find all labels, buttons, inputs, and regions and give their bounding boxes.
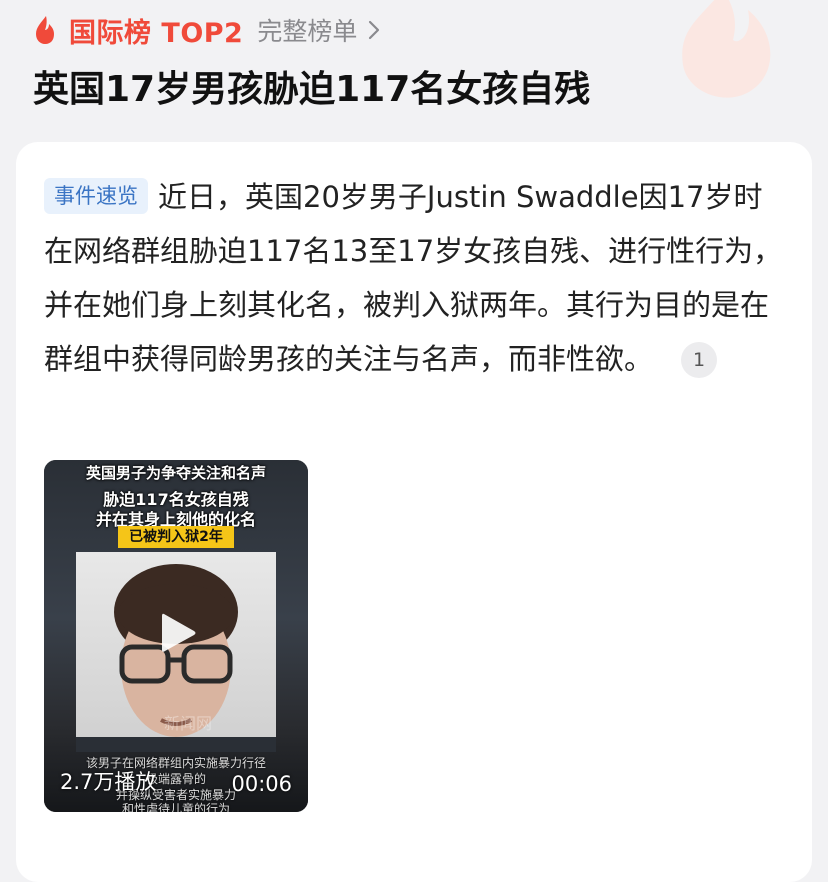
rank-label: 国际榜 TOP2	[69, 17, 244, 49]
full-list-link[interactable]: 完整榜单	[257, 12, 381, 48]
video-thumbnail[interactable]: 英国男子为争夺关注和名声 胁迫117名女孩自残 并在其身上刻他的化名 已被判入狱…	[44, 460, 308, 812]
video-caption-line4: 和性虐待儿童的行为	[121, 802, 230, 812]
video-watermark: 新闻网	[164, 714, 213, 733]
summary-text: 近日，英国20岁男子Justin Swaddle因17岁时在网络群组胁迫117名…	[44, 180, 783, 376]
summary-paragraph: 事件速览 近日，英国20岁男子Justin Swaddle因17岁时在网络群组胁迫…	[44, 170, 784, 386]
page-title: 英国17岁男孩胁迫117名女孩自残	[33, 69, 591, 110]
video-overlay-badge: 已被判入狱2年	[118, 526, 234, 548]
video-overlay-line1: 英国男子为争夺关注和名声	[85, 464, 266, 482]
view-count: 2.7万播放	[60, 770, 157, 794]
chevron-right-icon	[369, 20, 380, 40]
fire-icon	[36, 16, 54, 44]
full-list-label: 完整榜单	[257, 17, 358, 46]
video-duration: 00:06	[231, 772, 292, 796]
reference-badge[interactable]: 1	[681, 342, 718, 378]
play-icon[interactable]	[158, 610, 198, 656]
event-overview-tag: 事件速览	[44, 178, 148, 214]
event-summary-card: 事件速览 近日，英国20岁男子Justin Swaddle因17岁时在网络群组胁迫…	[16, 142, 812, 882]
ranking-header: 国际榜 TOP2 完整榜单	[33, 12, 381, 49]
